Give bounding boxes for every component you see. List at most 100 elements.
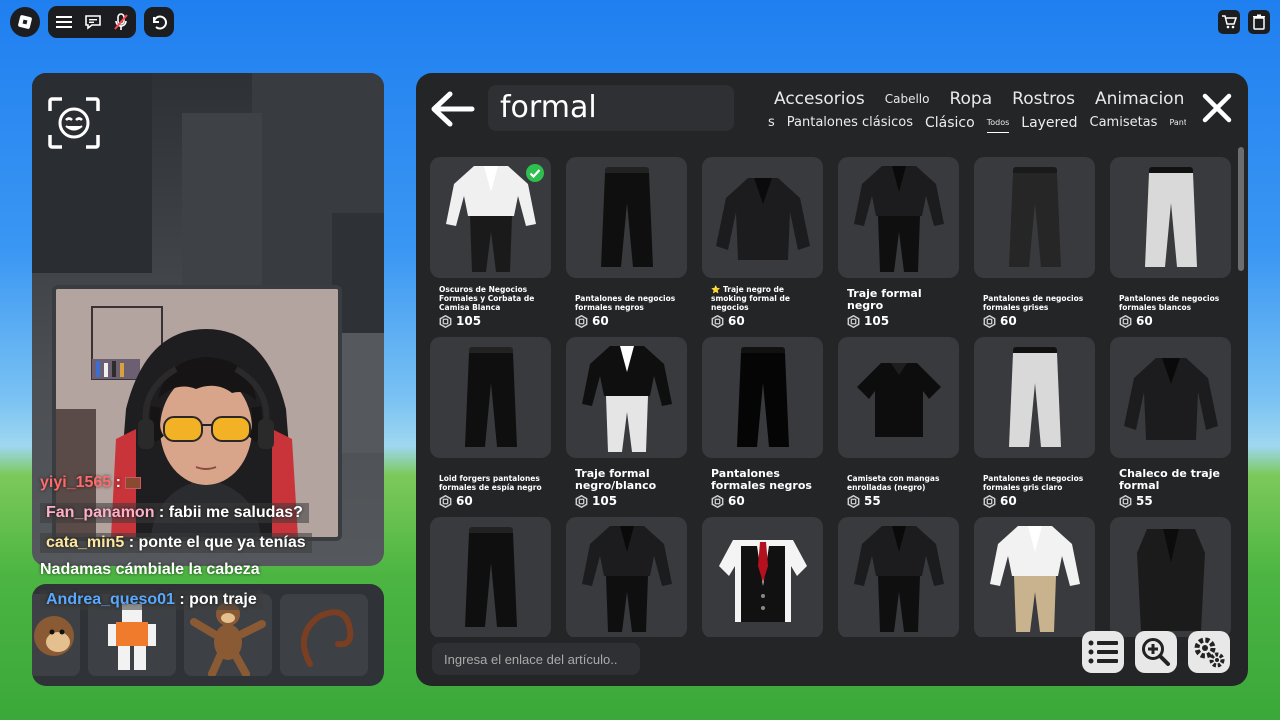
item-thumbnail[interactable] bbox=[974, 337, 1095, 458]
catalog-item[interactable]: Pantalones de negocios formales gris cla… bbox=[974, 337, 1095, 508]
item-price-value: 105 bbox=[592, 494, 618, 508]
catalog-item[interactable] bbox=[702, 517, 823, 637]
item-thumbnail[interactable] bbox=[566, 157, 687, 278]
mic-icon[interactable] bbox=[114, 13, 128, 31]
item-thumbnail[interactable] bbox=[430, 157, 551, 278]
menu-icon[interactable] bbox=[56, 15, 72, 29]
category-tab[interactable]: Ropa bbox=[939, 87, 1002, 111]
item-thumbnail[interactable] bbox=[974, 157, 1095, 278]
item-price-value: 60 bbox=[1000, 494, 1017, 508]
category-tab[interactable]: Cabello bbox=[875, 87, 940, 111]
item-thumbnail[interactable] bbox=[430, 517, 551, 637]
item-price-value: 55 bbox=[864, 494, 881, 508]
catalog-item[interactable]: Pantalones Grises Oscuros de Negocios Fo… bbox=[430, 157, 551, 328]
item-thumbnail[interactable] bbox=[974, 517, 1095, 637]
catalog-item[interactable]: Pantalones de negocios formales negros 60 bbox=[566, 157, 687, 328]
item-name-text: Pantalones de negocios formales gris cla… bbox=[983, 474, 1084, 492]
catalog-item[interactable]: Pantalones de negocios formales blancos 6… bbox=[1110, 157, 1231, 328]
item-name-text: Pantalones de negocios formales grises bbox=[983, 294, 1084, 312]
item-thumbnail[interactable] bbox=[702, 337, 823, 458]
item-image bbox=[989, 525, 1080, 632]
item-thumbnail[interactable] bbox=[1110, 157, 1231, 278]
item-price-value: 55 bbox=[1136, 494, 1153, 508]
item-name-text: Pantalones de negocios formales blancos bbox=[1119, 294, 1220, 312]
chat-message: Andrea_queso01 : pon traje bbox=[40, 590, 263, 610]
scene-block bbox=[182, 113, 262, 293]
catalog-item[interactable]: Pantalones de negocios formales grises 60 bbox=[974, 157, 1095, 328]
item-price: 60 bbox=[983, 494, 1095, 508]
item-name-text: Traje formal negro/blanco bbox=[575, 467, 657, 492]
item-thumbnail[interactable] bbox=[566, 517, 687, 637]
catalog-item[interactable]: Traje formal negro/blanco 105 bbox=[566, 337, 687, 508]
catalog-item[interactable]: ⭐ Traje negro de smoking formal de negoc… bbox=[702, 157, 823, 328]
item-thumbnail[interactable] bbox=[702, 517, 823, 637]
item-link-input[interactable] bbox=[432, 643, 640, 675]
category-tab[interactable]: Accesorios bbox=[764, 87, 875, 111]
item-price-value: 60 bbox=[1000, 314, 1017, 328]
catalog-item[interactable]: Traje formal negro 105 bbox=[838, 157, 959, 328]
item-price-value: 60 bbox=[456, 494, 473, 508]
cart-icon bbox=[1222, 15, 1237, 29]
item-thumbnail[interactable] bbox=[430, 337, 551, 458]
top-right-controls bbox=[1218, 10, 1270, 34]
back-arrow-icon[interactable] bbox=[428, 89, 476, 129]
subcategory-tab[interactable]: Pantalones clásicos bbox=[781, 113, 919, 133]
face-tracking-icon[interactable] bbox=[48, 97, 100, 149]
avatar-preview-panel[interactable] bbox=[32, 73, 384, 566]
undo-button[interactable] bbox=[144, 7, 174, 37]
catalog-item[interactable] bbox=[566, 517, 687, 637]
item-image bbox=[581, 345, 672, 452]
catalog-item[interactable]: Chaleco de traje formal 55 bbox=[1110, 337, 1231, 508]
item-image bbox=[1008, 346, 1061, 447]
item-name-text: Pantalones Grises Oscuros de Negocios Fo… bbox=[439, 284, 535, 312]
robux-icon bbox=[575, 314, 588, 328]
subcategory-tab[interactable]: Todos bbox=[981, 113, 1016, 133]
catalog-item[interactable] bbox=[430, 517, 551, 637]
catalog-item[interactable]: Loid forgers pantalones formales de espí… bbox=[430, 337, 551, 508]
item-thumbnail[interactable] bbox=[838, 157, 959, 278]
item-thumbnail[interactable] bbox=[838, 517, 959, 637]
item-image bbox=[736, 346, 789, 447]
search-input[interactable]: formal bbox=[488, 85, 734, 131]
item-image bbox=[1136, 528, 1205, 631]
item-name: ⭐ Traje negro de smoking formal de negoc… bbox=[711, 284, 819, 312]
subcategory-tab[interactable]: Layered bbox=[1015, 113, 1083, 133]
chat-icon[interactable] bbox=[84, 14, 102, 30]
item-thumbnail[interactable] bbox=[1110, 337, 1231, 458]
subcategory-tab[interactable]: Clásico bbox=[919, 113, 981, 133]
zoom-button[interactable] bbox=[1135, 631, 1177, 673]
item-price: 60 bbox=[575, 314, 687, 328]
item-thumbnail[interactable] bbox=[1110, 517, 1231, 637]
catalog-scrollbar[interactable] bbox=[1238, 147, 1244, 271]
settings-button[interactable] bbox=[1188, 631, 1230, 673]
catalog-item[interactable]: Camiseta con mangas enrolladas (negro) 55 bbox=[838, 337, 959, 508]
emoji-icon bbox=[125, 476, 142, 489]
catalog-item[interactable] bbox=[1110, 517, 1231, 637]
subcategory-tab[interactable]: s bbox=[762, 113, 781, 133]
close-icon[interactable] bbox=[1202, 93, 1232, 123]
item-thumbnail[interactable] bbox=[702, 157, 823, 278]
item-thumbnail[interactable] bbox=[566, 337, 687, 458]
cart-button[interactable] bbox=[1218, 10, 1240, 34]
catalog-item[interactable] bbox=[838, 517, 959, 637]
robux-icon bbox=[1119, 314, 1132, 328]
item-image bbox=[581, 525, 672, 632]
list-view-button[interactable] bbox=[1082, 631, 1124, 673]
roblox-logo-button[interactable] bbox=[10, 7, 40, 37]
catalog-item[interactable]: Pantalones formales negros 60 bbox=[702, 337, 823, 508]
catalog-item-grid: Pantalones Grises Oscuros de Negocios Fo… bbox=[430, 157, 1234, 637]
item-price: 60 bbox=[983, 314, 1095, 328]
item-image bbox=[464, 346, 517, 447]
subcategory-tab[interactable]: Pantalones bbox=[1163, 113, 1186, 133]
catalog-item[interactable] bbox=[974, 517, 1095, 637]
equipped-check-icon bbox=[526, 164, 544, 182]
subcategory-tab[interactable]: Camisetas bbox=[1084, 113, 1164, 133]
category-tab[interactable]: Rostros bbox=[1002, 87, 1085, 111]
top-bar bbox=[10, 6, 174, 38]
item-image bbox=[856, 362, 941, 437]
trash-button[interactable] bbox=[1248, 10, 1270, 34]
top-bar-menu-group bbox=[48, 6, 136, 38]
category-tab[interactable]: Animacion bbox=[1085, 87, 1188, 111]
slot-monkey-tail[interactable] bbox=[280, 594, 368, 676]
item-thumbnail[interactable] bbox=[838, 337, 959, 458]
